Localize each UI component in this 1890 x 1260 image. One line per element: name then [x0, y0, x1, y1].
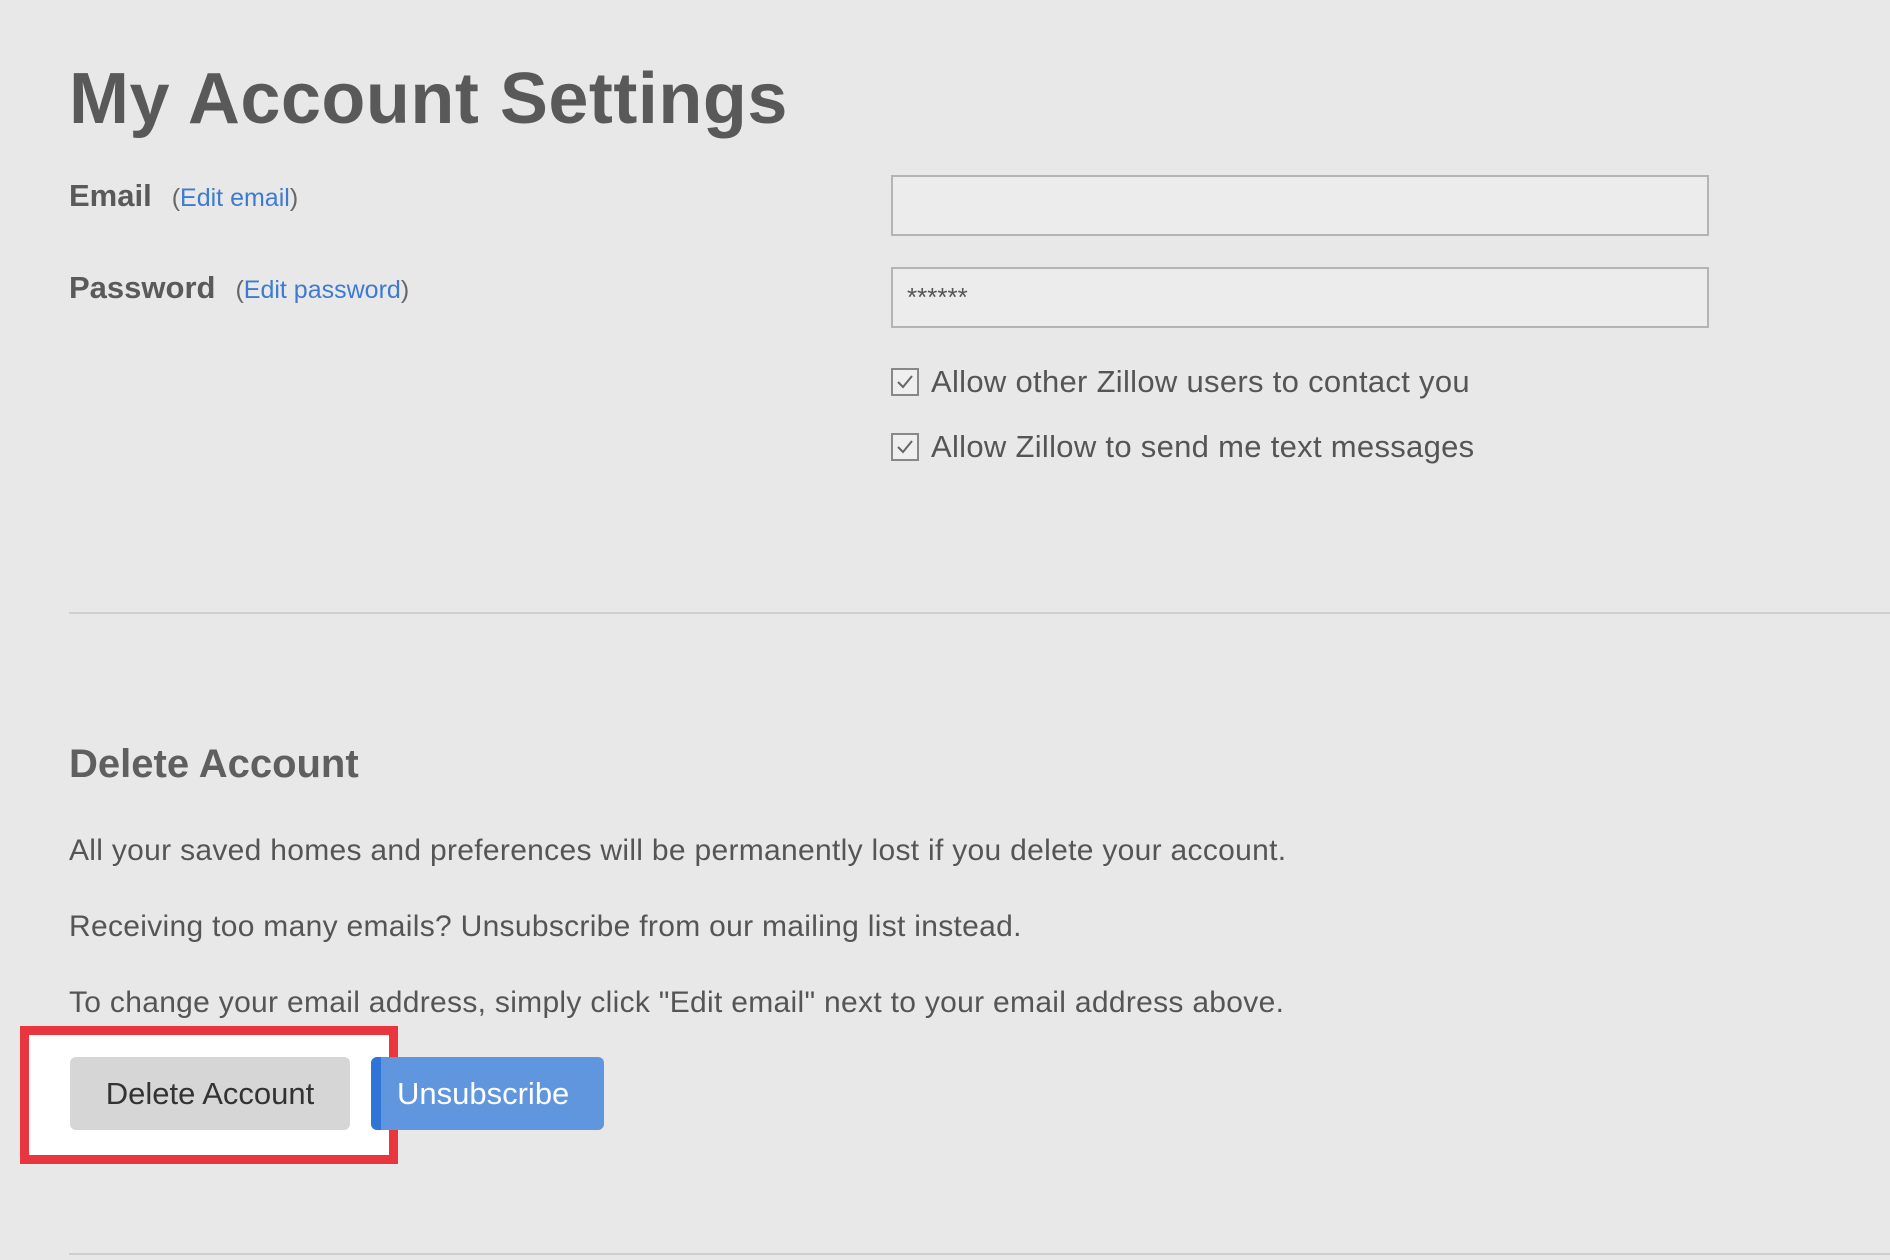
edit-email-link[interactable]: Edit email — [180, 184, 290, 212]
contact-checkbox[interactable] — [891, 368, 919, 396]
edit-password-link[interactable]: Edit password — [244, 276, 401, 304]
text-messages-checkbox[interactable] — [891, 433, 919, 461]
edit-email-link-wrap: (Edit email) — [171, 184, 299, 212]
text-messages-preference-row[interactable]: Allow Zillow to send me text messages — [891, 429, 1474, 465]
unsubscribe-button[interactable]: Unsubscribe — [371, 1057, 604, 1130]
password-label: Password — [69, 270, 216, 305]
text-messages-checkbox-label: Allow Zillow to send me text messages — [931, 429, 1475, 464]
delete-section-title: Delete Account — [69, 742, 359, 786]
change-email-hint-text: To change your email address, simply cli… — [69, 986, 1285, 1019]
email-label: Email — [69, 178, 152, 213]
page-title: My Account Settings — [69, 59, 788, 139]
delete-account-button[interactable]: Delete Account — [70, 1057, 350, 1130]
email-label-row: Email (Edit email) — [69, 178, 298, 214]
password-label-row: Password (Edit password) — [69, 270, 409, 306]
checkmark-icon — [897, 375, 913, 389]
checkmark-icon — [897, 440, 913, 454]
contact-checkbox-label: Allow other Zillow users to contact you — [931, 364, 1470, 399]
section-divider — [69, 612, 1890, 614]
password-field[interactable] — [891, 267, 1709, 328]
edit-password-link-wrap: (Edit password) — [235, 276, 410, 304]
delete-warning-text: All your saved homes and preferences wil… — [69, 834, 1287, 867]
unsubscribe-hint-text: Receiving too many emails? Unsubscribe f… — [69, 910, 1022, 943]
bottom-divider — [69, 1253, 1890, 1255]
email-field[interactable] — [891, 175, 1709, 236]
contact-preference-row[interactable]: Allow other Zillow users to contact you — [891, 364, 1470, 400]
